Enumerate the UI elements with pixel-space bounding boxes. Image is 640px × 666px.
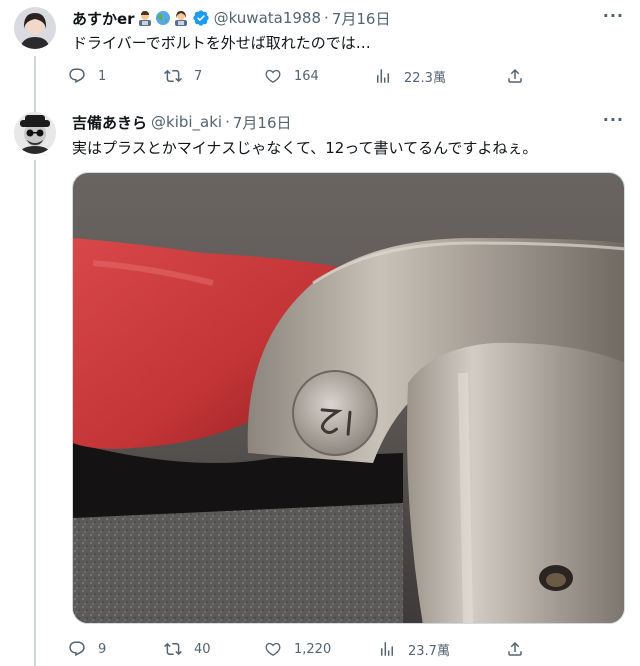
display-name[interactable]: あすかer xyxy=(72,8,135,29)
woman-technologist-emoji xyxy=(174,11,187,26)
analytics-icon xyxy=(377,69,389,83)
more-options-icon[interactable]: ··· xyxy=(603,6,624,25)
heart-icon xyxy=(265,642,281,656)
more-options-icon[interactable]: ··· xyxy=(603,110,624,129)
man-technologist-emoji xyxy=(138,11,151,26)
share-button[interactable] xyxy=(506,67,524,85)
tweet-1[interactable]: あすかer @kuwata1988 · 7月16日 ··· ドライバーでボルトを… xyxy=(0,0,640,106)
tweet-text: 実はプラスとかマイナスじゃなくて、12って書いてるんですよねぇ。 xyxy=(72,139,538,157)
reply-button[interactable]: 9 xyxy=(68,640,164,658)
like-button[interactable]: 164 xyxy=(264,67,374,85)
user-handle[interactable]: @kibi_aki xyxy=(151,113,222,131)
share-icon xyxy=(508,68,522,83)
tweet-text: ドライバーでボルトを外せば取れたのでは… xyxy=(72,34,371,52)
photo-clippers-bolt xyxy=(73,173,624,623)
reply-icon xyxy=(69,68,85,84)
tweet-header: 吉備あきら @kibi_aki · 7月16日 xyxy=(72,112,292,132)
tweet-header: あすかer @kuwata1988 · 7月16日 xyxy=(72,8,390,28)
tweet-date[interactable]: 7月16日 xyxy=(233,112,292,133)
avatar-image xyxy=(14,7,56,49)
views-button[interactable]: 23.7萬 xyxy=(378,640,506,659)
user-handle[interactable]: @kuwata1988 xyxy=(214,9,321,27)
share-button[interactable] xyxy=(506,640,524,658)
retweet-icon xyxy=(164,642,182,656)
views-button[interactable]: 22.3萬 xyxy=(374,67,506,86)
retweet-count: 40 xyxy=(194,641,211,657)
reply-count: 9 xyxy=(98,641,107,657)
views-count: 22.3萬 xyxy=(404,70,446,86)
separator-dot: · xyxy=(225,113,230,131)
tweet-photo[interactable] xyxy=(72,172,625,624)
retweet-button[interactable]: 7 xyxy=(164,67,264,85)
globe-emoji xyxy=(155,11,170,25)
reply-icon xyxy=(69,641,85,657)
action-bar: 9 40 1,220 23.7萬 xyxy=(68,637,538,661)
heart-icon xyxy=(265,69,281,83)
thread-line-top xyxy=(34,100,36,112)
reply-button[interactable]: 1 xyxy=(68,67,164,85)
avatar[interactable] xyxy=(14,7,56,49)
share-icon xyxy=(508,641,522,656)
retweet-icon xyxy=(164,69,182,83)
like-count: 1,220 xyxy=(294,641,332,657)
tweet-date[interactable]: 7月16日 xyxy=(332,8,391,29)
like-count: 164 xyxy=(294,68,319,84)
analytics-icon xyxy=(381,642,393,656)
views-count: 23.7萬 xyxy=(408,643,450,659)
display-name[interactable]: 吉備あきら xyxy=(72,112,147,133)
verified-badge-icon[interactable] xyxy=(192,9,210,27)
retweet-count: 7 xyxy=(194,68,203,84)
action-bar: 1 7 164 22.3萬 xyxy=(68,64,538,88)
retweet-button[interactable]: 40 xyxy=(164,640,264,658)
thread-line xyxy=(34,56,36,106)
avatar[interactable] xyxy=(14,112,56,154)
separator-dot: · xyxy=(324,9,329,27)
reply-count: 1 xyxy=(98,68,107,84)
like-button[interactable]: 1,220 xyxy=(264,640,378,658)
thread-line-bottom xyxy=(34,160,36,666)
avatar-image xyxy=(14,112,56,154)
